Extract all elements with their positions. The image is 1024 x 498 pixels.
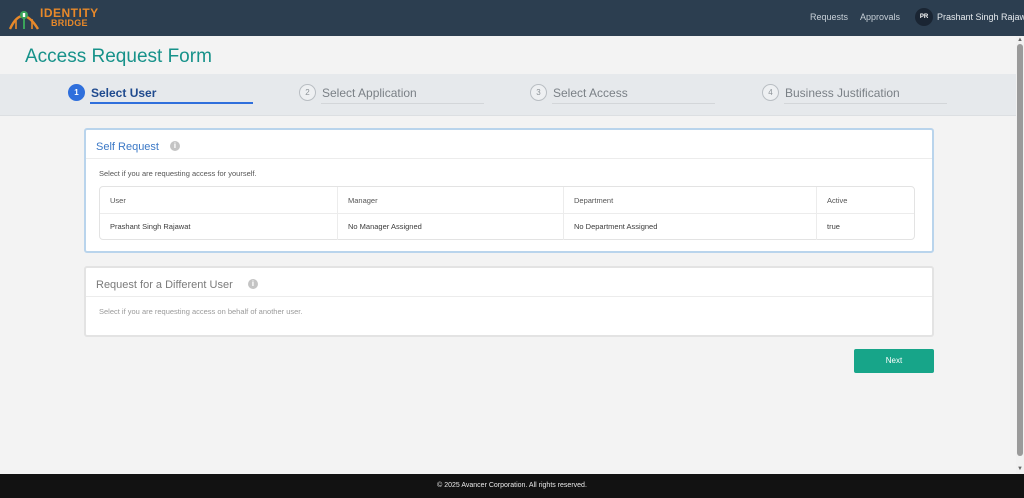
step-label-select-access: Select Access <box>553 86 628 100</box>
table-row[interactable]: Prashant Singh Rajawat No Manager Assign… <box>100 214 914 240</box>
cell-department: No Department Assigned <box>564 214 817 240</box>
table-header-row: User Manager Department Active <box>100 187 914 214</box>
step-label-select-application: Select Application <box>322 86 417 100</box>
user-table: User Manager Department Active Prashant … <box>99 186 915 240</box>
top-navbar: IDENTITY BRIDGE Requests Approvals PR Pr… <box>0 0 1024 36</box>
step-underline <box>784 103 947 104</box>
step-underline <box>321 103 484 104</box>
step-underline-active <box>90 102 253 104</box>
step-business-justification[interactable]: 4 Business Justification <box>762 84 948 112</box>
self-request-description: Select if you are requesting access for … <box>99 169 257 178</box>
self-request-title: Self Request <box>96 141 159 153</box>
step-number-2: 2 <box>299 84 316 101</box>
user-name[interactable]: Prashant Singh Rajawat <box>937 12 1024 22</box>
column-header-department: Department <box>564 187 817 213</box>
scroll-up-arrow-icon[interactable]: ▲ <box>1017 37 1023 43</box>
column-header-manager: Manager <box>338 187 564 213</box>
user-avatar[interactable]: PR <box>915 8 933 26</box>
nav-link-requests[interactable]: Requests <box>810 12 848 22</box>
scroll-down-arrow-icon[interactable]: ▼ <box>1017 466 1023 472</box>
self-request-header: Self Request i <box>86 130 932 159</box>
bridge-logo-icon <box>8 11 40 30</box>
cell-manager: No Manager Assigned <box>338 214 564 240</box>
cell-user: Prashant Singh Rajawat <box>100 214 338 240</box>
step-number-4: 4 <box>762 84 779 101</box>
step-label-select-user: Select User <box>91 86 157 100</box>
step-number-1: 1 <box>68 84 85 101</box>
page-scrollbar[interactable]: ▲ ▼ <box>1016 36 1024 474</box>
cell-active: true <box>827 222 840 231</box>
step-number-3: 3 <box>530 84 547 101</box>
page-title: Access Request Form <box>25 46 212 67</box>
step-select-application[interactable]: 2 Select Application <box>299 84 485 112</box>
info-icon[interactable]: i <box>170 141 180 151</box>
self-request-card[interactable]: Self Request i Select if you are request… <box>84 128 934 253</box>
column-header-user: User <box>100 187 338 213</box>
scrollbar-thumb[interactable] <box>1017 44 1023 456</box>
logo-text-bridge: BRIDGE <box>51 18 88 28</box>
identity-bridge-logo[interactable]: IDENTITY BRIDGE <box>8 5 108 31</box>
step-label-business-justification: Business Justification <box>785 86 900 100</box>
step-select-access[interactable]: 3 Select Access <box>530 84 716 112</box>
info-icon[interactable]: i <box>248 279 258 289</box>
wizard-stepper: 1 Select User 2 Select Application 3 Sel… <box>0 74 1016 116</box>
nav-link-approvals[interactable]: Approvals <box>860 12 900 22</box>
step-select-user[interactable]: 1 Select User <box>68 84 254 112</box>
next-button[interactable]: Next <box>854 349 934 373</box>
footer: © 2025 Avancer Corporation. All rights r… <box>0 474 1024 498</box>
different-user-description: Select if you are requesting access on b… <box>99 307 303 316</box>
step-underline <box>552 103 715 104</box>
different-user-request-card[interactable]: Request for a Different User i Select if… <box>84 266 934 337</box>
column-header-active: Active <box>827 196 848 205</box>
footer-copyright: © 2025 Avancer Corporation. All rights r… <box>437 482 587 489</box>
different-user-header: Request for a Different User i <box>86 268 932 297</box>
different-user-title: Request for a Different User <box>96 279 233 291</box>
